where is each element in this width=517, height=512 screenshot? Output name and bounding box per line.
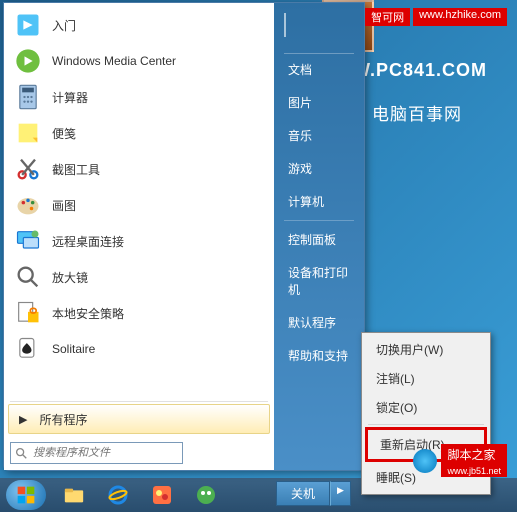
program-wmc[interactable]: Windows Media Center (6, 43, 272, 79)
watermark-text: 智可网 (365, 8, 410, 26)
taskbar-app-green[interactable] (186, 481, 226, 509)
wmc-icon (14, 47, 42, 75)
program-label: 本地安全策略 (52, 305, 124, 322)
snipping-tool-icon (14, 155, 42, 183)
search-row (4, 436, 274, 470)
program-solitaire[interactable]: Solitaire (6, 331, 272, 367)
sticky-notes-icon (14, 119, 42, 147)
right-item-help[interactable]: 帮助和支持 (274, 339, 364, 372)
program-security-policy[interactable]: 本地安全策略 (6, 295, 272, 331)
program-label: 画图 (52, 197, 76, 214)
search-input[interactable] (10, 442, 183, 464)
program-label: 入门 (52, 17, 76, 34)
magnifier-icon (14, 263, 42, 291)
right-item-computer[interactable]: 计算机 (274, 185, 364, 218)
start-menu-left-pane: 入门 Windows Media Center 计算器 便笺 截图工具 画图 (4, 3, 274, 470)
search-icon (14, 446, 28, 460)
program-label: 远程桌面连接 (52, 233, 124, 250)
right-item-documents[interactable]: 文档 (274, 53, 364, 86)
submenu-lock[interactable]: 锁定(O) (364, 393, 488, 422)
shutdown-arrow[interactable]: ▶ (330, 481, 351, 506)
taskbar-app-red[interactable] (142, 481, 182, 509)
watermark-top: 智可网 www.hzhike.com (365, 8, 507, 26)
start-button[interactable] (6, 480, 46, 510)
start-menu-right-pane: 文档 图片 音乐 游戏 计算机 控制面板 设备和打印机 默认程序 帮助和支持 (274, 3, 364, 470)
watermark-bottom-text: 脚本之家 (441, 444, 507, 465)
program-label: 放大镜 (52, 269, 88, 286)
windows-logo-icon (16, 485, 36, 505)
program-label: Windows Media Center (52, 54, 176, 68)
program-getting-started[interactable]: 入门 (6, 7, 272, 43)
program-label: 便笺 (52, 125, 76, 142)
right-item-devices[interactable]: 设备和打印机 (274, 256, 364, 306)
program-label: 计算器 (52, 89, 88, 106)
right-item-control-panel[interactable]: 控制面板 (274, 223, 364, 256)
right-item-pictures[interactable]: 图片 (274, 86, 364, 119)
program-paint[interactable]: 画图 (6, 187, 272, 223)
getting-started-icon (14, 11, 42, 39)
calculator-icon (14, 83, 42, 111)
program-remote-desktop[interactable]: 远程桌面连接 (6, 223, 272, 259)
right-item-games[interactable]: 游戏 (274, 152, 364, 185)
brand-cn: 电脑百事网 (372, 100, 462, 125)
taskbar-explorer[interactable] (54, 481, 94, 509)
program-magnifier[interactable]: 放大镜 (6, 259, 272, 295)
program-label: Solitaire (52, 342, 95, 356)
submenu-switch-user[interactable]: 切换用户(W) (364, 335, 488, 364)
program-calculator[interactable]: 计算器 (6, 79, 272, 115)
submenu-logoff[interactable]: 注销(L) (364, 364, 488, 393)
solitaire-icon (14, 335, 42, 363)
watermark-url: www.hzhike.com (413, 8, 507, 26)
watermark-bottom: 脚本之家 www.jb51.net (413, 444, 507, 477)
watermark-bottom-url: www.jb51.net (441, 465, 507, 477)
remote-desktop-icon (14, 227, 42, 255)
all-programs-label: 所有程序 (39, 411, 87, 428)
program-snipping-tool[interactable]: 截图工具 (6, 151, 272, 187)
right-item-music[interactable]: 音乐 (274, 119, 364, 152)
right-item-default-programs[interactable]: 默认程序 (274, 306, 364, 339)
program-list: 入门 Windows Media Center 计算器 便笺 截图工具 画图 (4, 3, 274, 399)
shutdown-button[interactable]: 关机 (276, 481, 330, 506)
shutdown-row: 关机 ▶ (276, 481, 351, 506)
taskbar-ie[interactable] (98, 481, 138, 509)
security-policy-icon (14, 299, 42, 327)
start-menu: 入门 Windows Media Center 计算器 便笺 截图工具 画图 (3, 2, 365, 471)
program-label: 截图工具 (52, 161, 100, 178)
all-programs-button[interactable]: ▶ 所有程序 (8, 404, 270, 434)
watermark-logo-icon (413, 449, 437, 473)
paint-icon (14, 191, 42, 219)
arrow-right-icon: ▶ (19, 413, 27, 426)
program-sticky-notes[interactable]: 便笺 (6, 115, 272, 151)
submenu-separator (368, 424, 484, 425)
